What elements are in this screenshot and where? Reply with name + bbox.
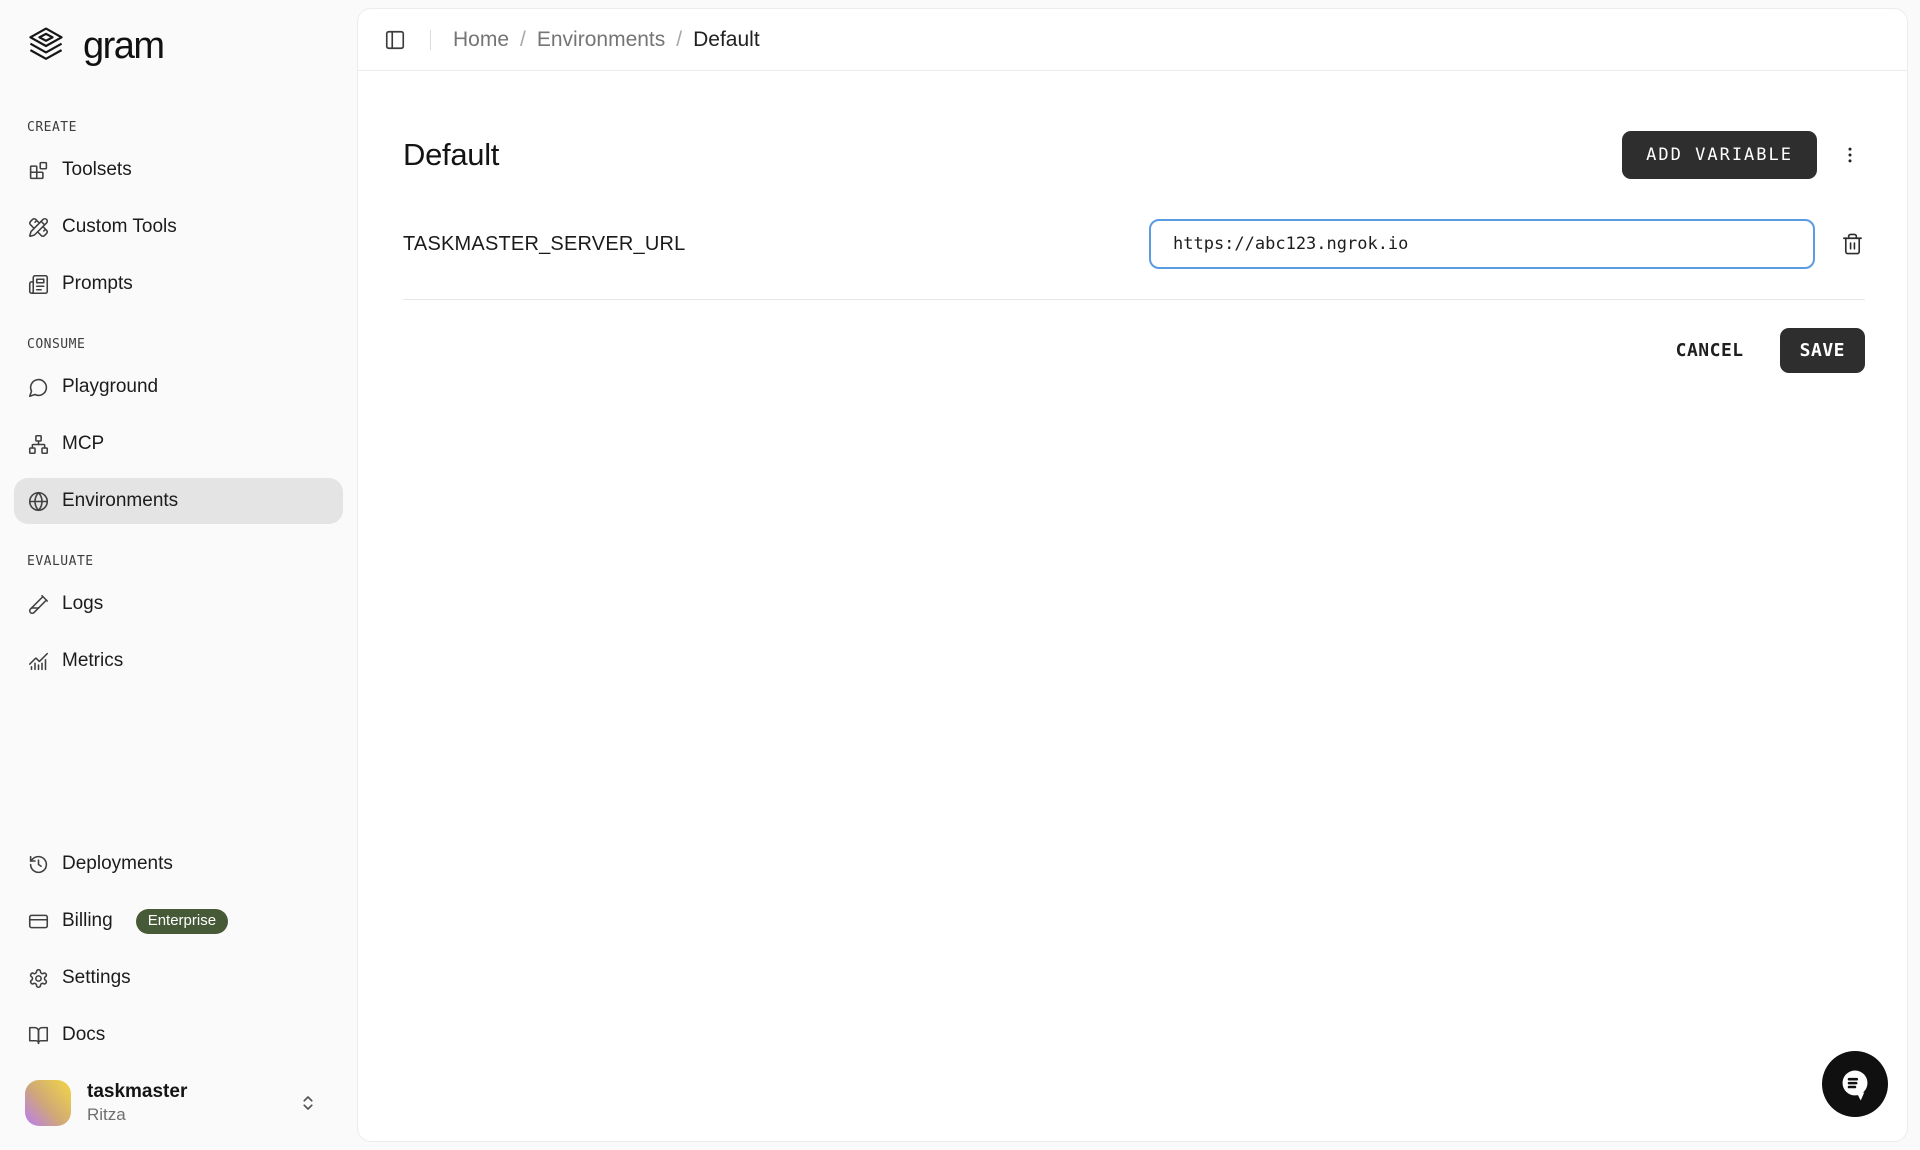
chevrons-up-down-icon <box>299 1094 317 1112</box>
metrics-icon <box>27 650 49 672</box>
chat-bubble-icon <box>1837 1066 1873 1102</box>
more-options-button[interactable] <box>1835 137 1865 173</box>
support-chat-button[interactable] <box>1822 1051 1888 1117</box>
billing-icon <box>27 910 49 932</box>
sidebar-item-label: Metrics <box>62 650 123 672</box>
sidebar-item-label: Prompts <box>62 273 133 295</box>
custom-tools-icon <box>27 216 49 238</box>
sidebar-footer-nav: Deployments Billing Enterprise <box>0 841 357 1058</box>
docs-icon <box>27 1024 49 1046</box>
sidebar-item-label: Docs <box>62 1024 105 1046</box>
sidebar-item-metrics[interactable]: Metrics <box>14 638 343 684</box>
playground-icon <box>27 376 49 398</box>
sidebar-item-label: Playground <box>62 376 158 398</box>
sidebar-item-label: Environments <box>62 490 178 512</box>
sidebar-item-label: Billing <box>62 910 113 932</box>
sidebar-item-custom-tools[interactable]: Custom Tools <box>14 204 343 250</box>
form-actions: CANCEL SAVE <box>403 328 1865 373</box>
sidebar-item-deployments[interactable]: Deployments <box>14 841 343 887</box>
trash-icon <box>1841 232 1864 256</box>
breadcrumb-home[interactable]: Home <box>453 28 509 52</box>
sidebar-toggle-button[interactable] <box>384 29 406 51</box>
section-header: CONSUME <box>14 337 343 352</box>
sidebar-item-prompts[interactable]: Prompts <box>14 261 343 307</box>
title-row: Default ADD VARIABLE <box>403 131 1865 179</box>
brand-name: gram <box>83 25 164 68</box>
gram-logo-icon <box>24 24 68 68</box>
user-name: taskmaster <box>87 1081 283 1103</box>
deployments-icon <box>27 853 49 875</box>
sidebar-item-label: Custom Tools <box>62 216 177 238</box>
sidebar-item-billing[interactable]: Billing Enterprise <box>14 898 343 944</box>
logs-icon <box>27 593 49 615</box>
main-card: Home / Environments / Default Default AD… <box>357 8 1908 1142</box>
sidebar-nav: CREATE Toolsets <box>0 120 357 714</box>
add-variable-button[interactable]: ADD VARIABLE <box>1622 131 1817 179</box>
app-root: gram CREATE Toolsets <box>0 0 1920 1150</box>
variable-value-input[interactable] <box>1149 219 1815 269</box>
enterprise-badge: Enterprise <box>136 909 228 934</box>
header-divider <box>430 30 431 50</box>
kebab-icon <box>1840 145 1860 165</box>
section-header: EVALUATE <box>14 554 343 569</box>
title-actions: ADD VARIABLE <box>1622 131 1865 179</box>
sidebar-item-environments[interactable]: Environments <box>14 478 343 524</box>
sidebar-item-label: Settings <box>62 967 131 989</box>
breadcrumb-separator: / <box>676 28 682 52</box>
mcp-icon <box>27 433 49 455</box>
page-title: Default <box>403 137 499 173</box>
nav-section-evaluate: EVALUATE Logs <box>14 554 343 684</box>
save-button[interactable]: SAVE <box>1780 328 1865 373</box>
breadcrumb: Home / Environments / Default <box>453 28 760 52</box>
sidebar-item-label: MCP <box>62 433 104 455</box>
sidebar-item-mcp[interactable]: MCP <box>14 421 343 467</box>
nav-section-consume: CONSUME Playground <box>14 337 343 524</box>
environments-icon <box>27 490 49 512</box>
sidebar: gram CREATE Toolsets <box>0 0 357 1150</box>
toolsets-icon <box>27 159 49 181</box>
sidebar-item-toolsets[interactable]: Toolsets <box>14 147 343 193</box>
sidebar-item-docs[interactable]: Docs <box>14 1012 343 1058</box>
user-org: Ritza <box>87 1105 283 1125</box>
section-header: CREATE <box>14 120 343 135</box>
sidebar-item-label: Deployments <box>62 853 173 875</box>
form-divider <box>403 299 1865 300</box>
sidebar-item-label: Toolsets <box>62 159 132 181</box>
avatar <box>25 1080 71 1126</box>
prompts-icon <box>27 273 49 295</box>
sidebar-item-settings[interactable]: Settings <box>14 955 343 1001</box>
sidebar-item-label: Logs <box>62 593 103 615</box>
card-header: Home / Environments / Default <box>358 9 1907 71</box>
delete-variable-button[interactable] <box>1839 230 1865 258</box>
org-switcher[interactable]: taskmaster Ritza <box>0 1068 357 1150</box>
nav-section-create: CREATE Toolsets <box>14 120 343 307</box>
sidebar-item-logs[interactable]: Logs <box>14 581 343 627</box>
variable-name-label: TASKMASTER_SERVER_URL <box>403 233 1149 256</box>
main-area: Home / Environments / Default Default AD… <box>357 0 1920 1150</box>
user-meta: taskmaster Ritza <box>87 1081 283 1125</box>
breadcrumb-separator: / <box>520 28 526 52</box>
gear-icon <box>27 967 49 989</box>
sidebar-item-playground[interactable]: Playground <box>14 364 343 410</box>
breadcrumb-current: Default <box>693 28 760 52</box>
environment-editor: Default ADD VARIABLE TASKMASTE <box>358 71 1907 373</box>
brand-logo[interactable]: gram <box>0 0 357 68</box>
cancel-button[interactable]: CANCEL <box>1676 340 1744 361</box>
breadcrumb-environments[interactable]: Environments <box>537 28 665 52</box>
variable-row: TASKMASTER_SERVER_URL <box>403 219 1865 269</box>
